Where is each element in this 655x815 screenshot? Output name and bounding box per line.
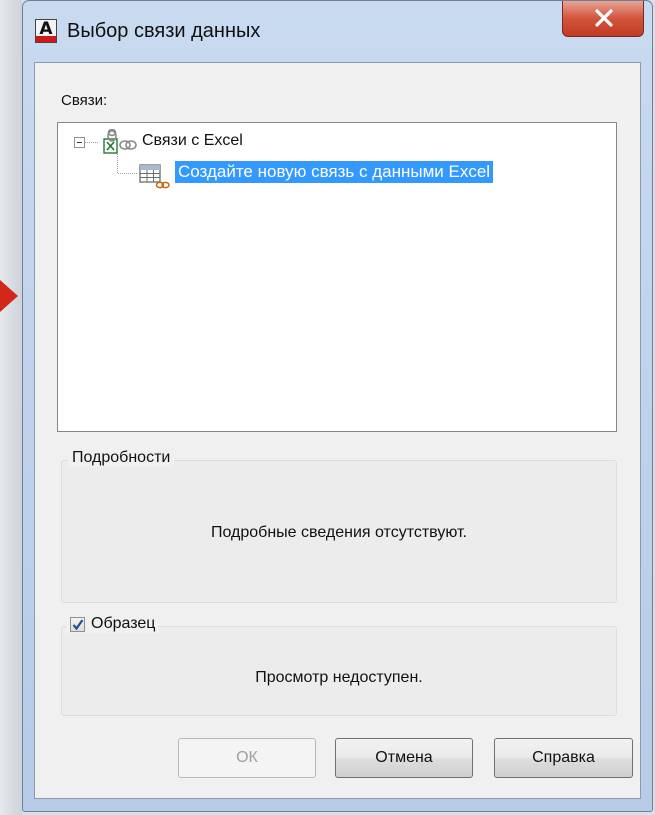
- details-group: Подробности Подробные сведения отсутству…: [61, 449, 617, 603]
- sample-text: Просмотр недоступен.: [255, 669, 423, 686]
- close-button[interactable]: [562, 1, 644, 37]
- background-window-edge: [0, 0, 22, 815]
- links-label: Связи:: [61, 92, 108, 109]
- window-title: Выбор связи данных: [67, 20, 261, 42]
- ok-button[interactable]: ОК: [178, 738, 316, 778]
- excel-link-icon: [103, 129, 137, 154]
- dialog-window: A Выбор связи данных Связи: Связи с Exce…: [22, 0, 653, 812]
- cancel-button[interactable]: Отмена: [335, 738, 473, 778]
- checkmark-icon: [72, 618, 84, 630]
- tree-node-create-excel-link[interactable]: Создайте новую связь с данными Excel: [175, 161, 494, 183]
- sample-group: Образец Просмотр недоступен.: [61, 615, 617, 716]
- table-link-icon: [139, 164, 170, 189]
- sample-legend[interactable]: Образец: [66, 615, 160, 633]
- dialog-client-area: Связи: Связи с Excel Создайте новую связ…: [34, 62, 641, 799]
- help-button[interactable]: Справка: [494, 738, 633, 778]
- app-icon: A: [35, 19, 57, 43]
- links-tree[interactable]: Связи с Excel Создайте новую связь с дан…: [57, 122, 617, 432]
- close-icon: [595, 9, 613, 27]
- collapse-toggle[interactable]: [74, 137, 85, 148]
- details-text: Подробные сведения отсутствуют.: [211, 524, 467, 541]
- title-bar[interactable]: A Выбор связи данных: [23, 1, 652, 61]
- sample-checkbox[interactable]: [70, 616, 85, 632]
- tree-node-excel-links[interactable]: Связи с Excel: [142, 132, 243, 150]
- sample-label: Образец: [91, 615, 156, 632]
- background-arrow: [0, 280, 18, 312]
- details-legend: Подробности: [68, 449, 175, 467]
